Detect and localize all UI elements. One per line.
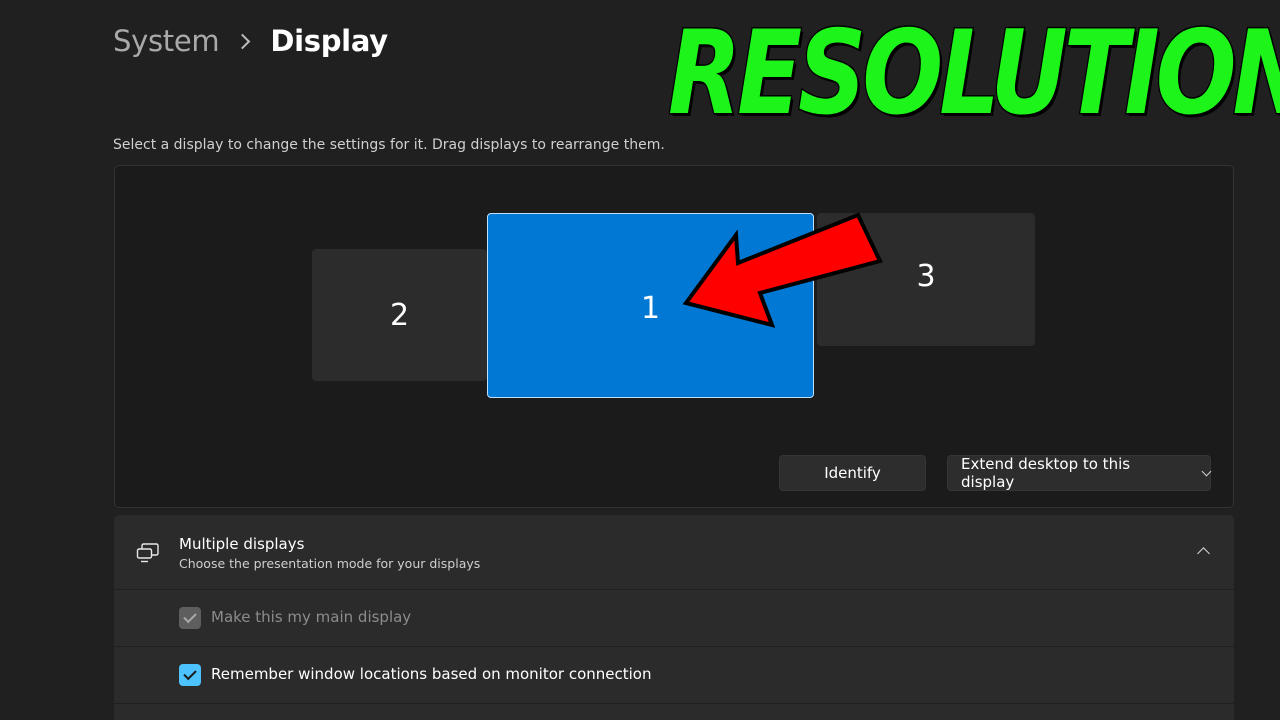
- breadcrumb-chevron-icon: [235, 33, 251, 49]
- checkmark-icon: [183, 609, 197, 624]
- page-title: Display: [270, 24, 388, 58]
- remember-locations-row: Remember window locations based on monit…: [114, 647, 1234, 703]
- multiple-displays-subtitle: Choose the presentation mode for your di…: [179, 556, 481, 571]
- multiple-displays-icon: [136, 543, 159, 563]
- checkmark-icon: [183, 666, 197, 681]
- main-display-checkbox[interactable]: [179, 607, 201, 629]
- main-display-row: Make this my main display: [114, 590, 1234, 646]
- remember-locations-label: Remember window locations based on monit…: [211, 665, 652, 683]
- breadcrumb-system[interactable]: System: [113, 24, 220, 58]
- identify-button[interactable]: Identify: [779, 455, 926, 491]
- next-settings-row: [114, 704, 1234, 720]
- chevron-down-icon: [1201, 466, 1212, 476]
- main-display-label: Make this my main display: [211, 608, 412, 626]
- multiple-displays-title: Multiple displays: [179, 535, 305, 553]
- remember-locations-checkbox[interactable]: [179, 664, 201, 686]
- red-arrow-icon: [682, 212, 883, 328]
- settings-window: System Display RESOLUTION Select a displ…: [0, 0, 1280, 720]
- overlay-title: RESOLUTION: [667, 5, 1280, 143]
- chevron-up-icon[interactable]: [1197, 547, 1210, 560]
- extend-desktop-label: Extend desktop to this display: [961, 455, 1131, 491]
- monitor-2[interactable]: 2: [312, 249, 487, 381]
- extend-desktop-dropdown[interactable]: Extend desktop to this display: [947, 455, 1212, 491]
- breadcrumb: System Display: [113, 24, 388, 58]
- multiple-displays-section[interactable]: Multiple displays Choose the presentatio…: [114, 515, 1234, 589]
- instruction-text: Select a display to change the settings …: [113, 137, 665, 153]
